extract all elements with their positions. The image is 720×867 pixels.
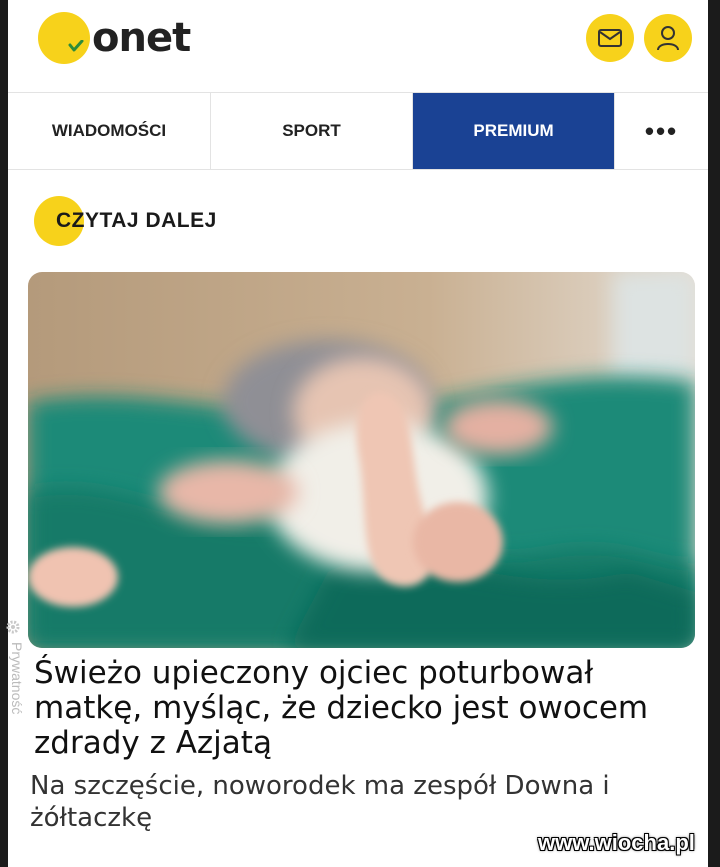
mail-icon [598, 29, 622, 47]
user-icon [657, 26, 679, 51]
nav-tab-sport[interactable]: SPORT [211, 93, 413, 169]
article-photo[interactable] [28, 272, 695, 648]
article-lead: Na szczęście, noworodek ma zespół Downa … [30, 771, 610, 833]
logo-text: onet [92, 15, 191, 61]
mail-button[interactable] [586, 14, 634, 62]
logo-dot [38, 12, 90, 64]
logo-check-icon [68, 40, 84, 52]
nav-more-button[interactable]: ••• [615, 93, 708, 169]
user-button[interactable] [644, 14, 692, 62]
screenshot-frame-left [0, 0, 8, 867]
gear-icon [6, 620, 20, 634]
main-nav: WIADOMOŚCI SPORT PREMIUM ••• [8, 92, 708, 170]
screenshot-frame-right [708, 0, 720, 867]
newborn-photo-illustration [28, 272, 695, 648]
nav-tab-premium[interactable]: PREMIUM [413, 93, 615, 169]
section-label: CZYTAJ DALEJ [56, 209, 217, 232]
nav-tab-wiadomosci[interactable]: WIADOMOŚCI [8, 93, 211, 169]
privacy-label[interactable]: Prywatność [9, 642, 25, 714]
article-headline[interactable]: Świeżo upieczony ojciec poturbował matkę… [34, 656, 674, 761]
watermark: www.wiocha.pl [538, 830, 695, 855]
onet-logo[interactable]: onet [38, 12, 191, 64]
section-heading: CZYTAJ DALEJ [34, 196, 217, 246]
site-header: onet [8, 0, 708, 92]
